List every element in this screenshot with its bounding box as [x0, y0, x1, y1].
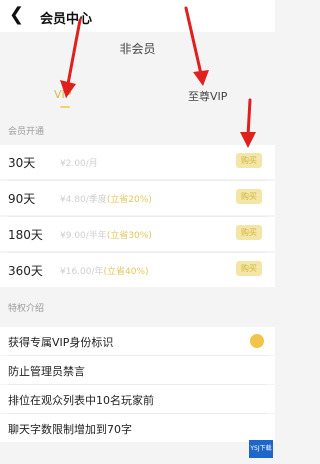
- arrow-to-svip-tab: [184, 6, 203, 76]
- watermark-logo: YSJ下载: [249, 440, 273, 458]
- arrow-head: [193, 70, 209, 86]
- annotation-arrows: [60, 6, 256, 148]
- arrow-to-vip-tab: [66, 18, 82, 86]
- arrow-head: [60, 80, 76, 98]
- arrow-head: [240, 132, 256, 148]
- arrow-to-buy-button: [246, 98, 252, 138]
